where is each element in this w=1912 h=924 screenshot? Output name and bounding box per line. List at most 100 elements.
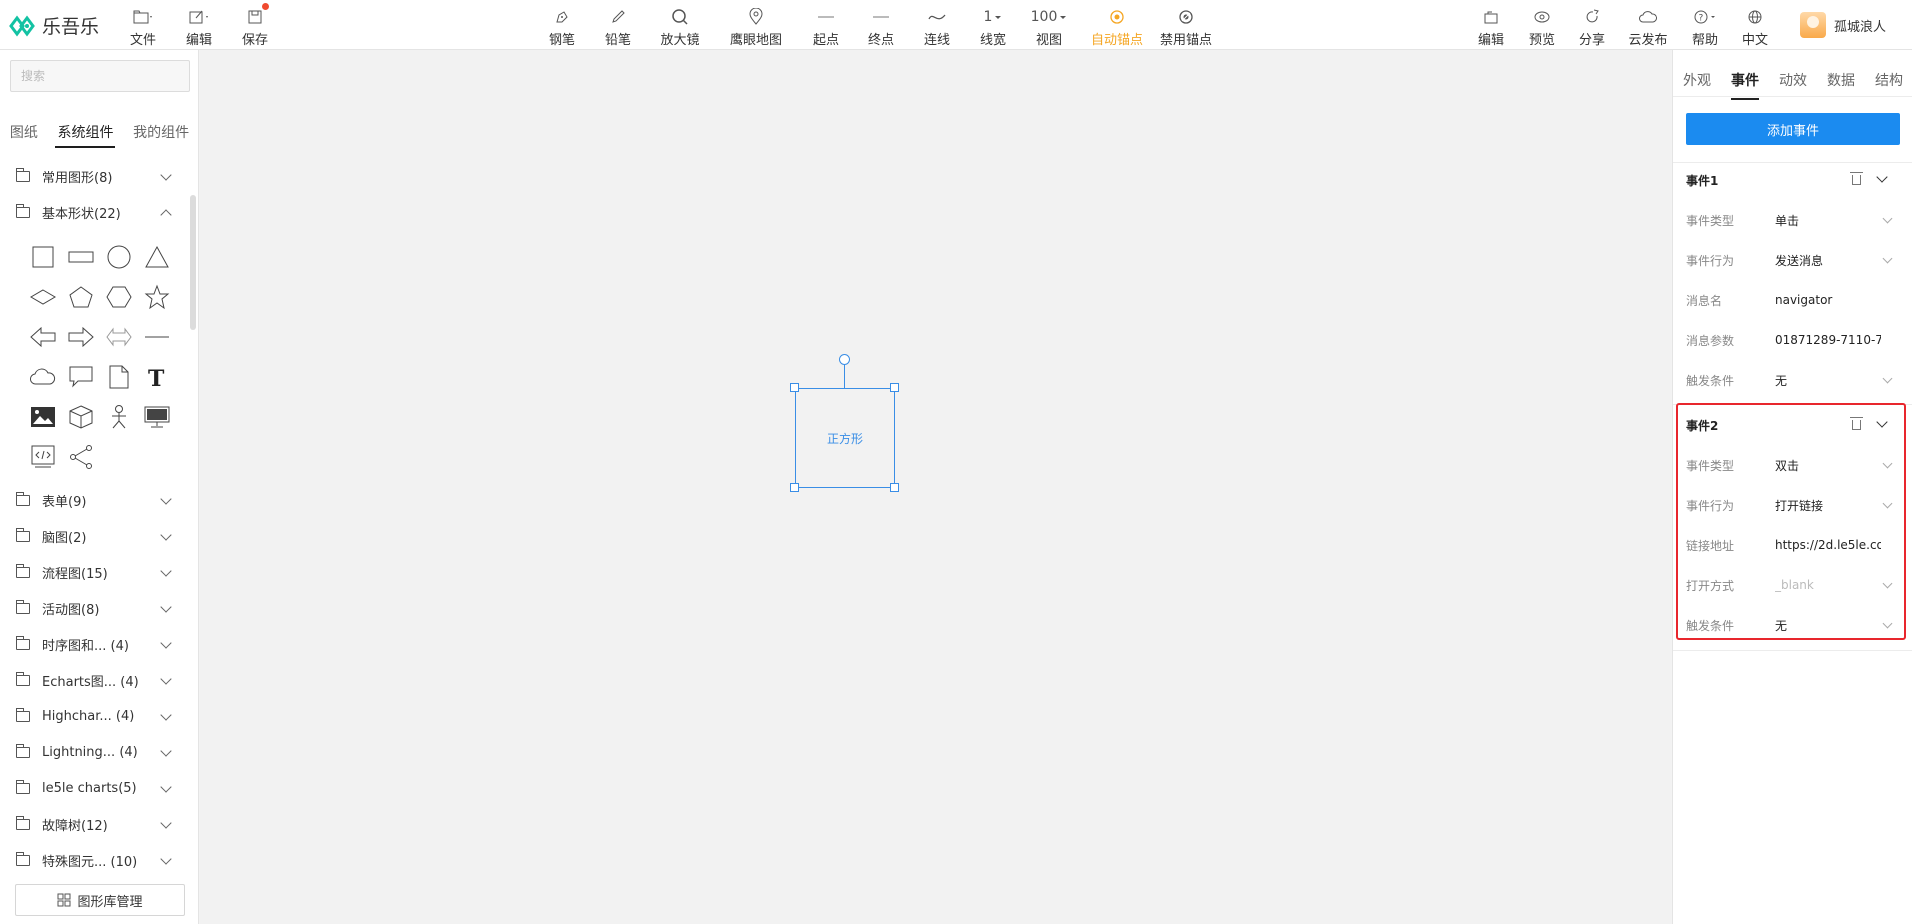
line-shape-icon[interactable] <box>138 318 176 356</box>
event-action-row[interactable]: 事件行为 发送消息 <box>1673 240 1912 280</box>
category-common[interactable]: 常用图形(8) <box>0 158 190 194</box>
app-logo[interactable]: 乐吾乐 <box>8 12 99 39</box>
trash-icon[interactable] <box>1850 417 1863 430</box>
event-type-select[interactable]: 单击 <box>1775 212 1881 229</box>
event-type-row[interactable]: 事件类型 单击 <box>1673 200 1912 240</box>
event-action-select[interactable]: 打开链接 <box>1775 497 1881 514</box>
library-manage-button[interactable]: 图形库管理 <box>15 884 185 916</box>
end-arrow-tool[interactable]: 终点 <box>851 6 911 48</box>
pencil-tool[interactable]: 铅笔 <box>588 6 648 48</box>
square-shape-icon[interactable] <box>24 238 62 276</box>
event-action-select[interactable]: 发送消息 <box>1775 252 1881 269</box>
cube-shape-icon[interactable] <box>62 398 100 436</box>
resize-handle-top-right[interactable] <box>890 383 899 392</box>
event-1-header[interactable]: 事件1 <box>1673 160 1912 200</box>
message-shape-icon[interactable] <box>62 358 100 396</box>
open-mode-row[interactable]: 打开方式 _blank <box>1673 565 1912 605</box>
left-arrow-shape-icon[interactable] <box>24 318 62 356</box>
category-highcharts[interactable]: Highchar... (4) <box>0 698 190 734</box>
tab-drawings[interactable]: 图纸 <box>8 118 40 148</box>
share-button[interactable]: 分享 <box>1562 6 1622 48</box>
category-mind[interactable]: 脑图(2) <box>0 518 190 554</box>
category-special[interactable]: 特殊图元... (10) <box>0 842 190 878</box>
trigger-condition-row[interactable]: 触发条件 无 <box>1673 605 1912 645</box>
triangle-shape-icon[interactable] <box>138 238 176 276</box>
event-type-select[interactable]: 双击 <box>1775 457 1881 474</box>
message-param-row[interactable]: 消息参数 01871289-7110-70 <box>1673 320 1912 360</box>
language-switch[interactable]: 中文 <box>1725 6 1785 48</box>
cloud-publish-button[interactable]: 云发布 <box>1618 6 1678 48</box>
pen-tool[interactable]: 钢笔 <box>532 6 592 48</box>
auto-anchor-tool[interactable]: 自动锚点 <box>1087 6 1147 48</box>
connect-line-tool[interactable]: 连线 <box>907 6 967 48</box>
drawing-canvas[interactable]: 正方形 <box>200 50 1671 924</box>
minimap-tool[interactable]: 鹰眼地图 <box>726 6 786 48</box>
text-shape-icon[interactable]: T <box>138 358 176 396</box>
magnifier-label: 放大镜 <box>660 33 700 48</box>
message-param-input[interactable]: 01871289-7110-70 <box>1775 333 1881 347</box>
add-event-button[interactable]: 添加事件 <box>1686 113 1900 145</box>
event-action-row[interactable]: 事件行为 打开链接 <box>1673 485 1912 525</box>
event-2-header[interactable]: 事件2 <box>1673 405 1912 445</box>
category-label: 脑图(2) <box>42 530 87 546</box>
category-activity[interactable]: 活动图(8) <box>0 590 190 626</box>
trigger-condition-row[interactable]: 触发条件 无 <box>1673 360 1912 400</box>
category-basic-shapes[interactable]: 基本形状(22) <box>0 194 190 230</box>
category-echarts[interactable]: Echarts图... (4) <box>0 662 190 698</box>
category-form[interactable]: 表单(9) <box>0 482 190 518</box>
trigger-condition-select[interactable]: 无 <box>1775 617 1881 634</box>
chevron-down-icon[interactable] <box>1876 416 1888 428</box>
actor-shape-icon[interactable] <box>100 398 138 436</box>
message-name-input[interactable]: navigator <box>1775 293 1881 307</box>
open-mode-select[interactable]: _blank <box>1775 578 1881 592</box>
double-arrow-shape-icon[interactable] <box>100 318 138 356</box>
selected-square-shape[interactable]: 正方形 <box>795 388 895 488</box>
resize-handle-bottom-right[interactable] <box>890 483 899 492</box>
diamond-shape-icon[interactable] <box>24 278 62 316</box>
chevron-down-icon <box>160 673 172 685</box>
link-url-row[interactable]: 链接地址 https://2d.le5le.con <box>1673 525 1912 565</box>
category-label: 活动图(8) <box>42 602 100 618</box>
view-zoom-tool[interactable]: 100 视图 <box>1019 6 1079 48</box>
line-width-tool[interactable]: 1 线宽 <box>963 6 1023 48</box>
trigger-condition-select[interactable]: 无 <box>1775 372 1881 389</box>
chevron-down-icon[interactable] <box>1876 171 1888 183</box>
file-shape-icon[interactable] <box>100 358 138 396</box>
cloud-shape-icon[interactable] <box>24 358 62 396</box>
tab-my-components[interactable]: 我的组件 <box>131 118 191 148</box>
message-name-row[interactable]: 消息名 navigator <box>1673 280 1912 320</box>
image-shape-icon[interactable] <box>24 398 62 436</box>
star-shape-icon[interactable] <box>138 278 176 316</box>
user-menu[interactable]: 孤城浪人 <box>1799 12 1886 38</box>
resize-handle-top-left[interactable] <box>790 383 799 392</box>
start-arrow-tool[interactable]: 起点 <box>796 6 856 48</box>
file-menu[interactable]: 文件 <box>113 6 173 48</box>
code-shape-icon[interactable] <box>24 438 62 476</box>
right-arrow-shape-icon[interactable] <box>62 318 100 356</box>
pentagon-shape-icon[interactable] <box>62 278 100 316</box>
circle-shape-icon[interactable] <box>100 238 138 276</box>
event-type-row[interactable]: 事件类型 双击 <box>1673 445 1912 485</box>
edit-menu[interactable]: 编辑 <box>169 6 229 48</box>
chevron-down-icon <box>1882 498 1893 509</box>
category-lightning[interactable]: Lightning... (4) <box>0 734 190 770</box>
resize-handle-bottom-left[interactable] <box>790 483 799 492</box>
hexagon-shape-icon[interactable] <box>100 278 138 316</box>
magnifier-tool[interactable]: 放大镜 <box>650 6 710 48</box>
share-icon <box>1584 6 1600 28</box>
category-le5le-charts[interactable]: le5le charts(5) <box>0 770 190 806</box>
share-graph-shape-icon[interactable] <box>62 438 100 476</box>
tab-system-components[interactable]: 系统组件 <box>55 118 116 148</box>
folder-icon <box>16 779 30 794</box>
link-url-input[interactable]: https://2d.le5le.con <box>1775 538 1881 552</box>
disable-anchor-tool[interactable]: 禁用锚点 <box>1156 6 1216 48</box>
rectangle-shape-icon[interactable] <box>62 238 100 276</box>
category-sequence[interactable]: 时序图和... (4) <box>0 626 190 662</box>
left-scrollbar[interactable] <box>190 195 196 330</box>
monitor-shape-icon[interactable] <box>138 398 176 436</box>
save-button[interactable]: 保存 <box>225 3 285 48</box>
category-fault-tree[interactable]: 故障树(12) <box>0 806 190 842</box>
search-input[interactable] <box>10 60 190 92</box>
category-flow[interactable]: 流程图(15) <box>0 554 190 590</box>
trash-icon[interactable] <box>1850 172 1863 185</box>
